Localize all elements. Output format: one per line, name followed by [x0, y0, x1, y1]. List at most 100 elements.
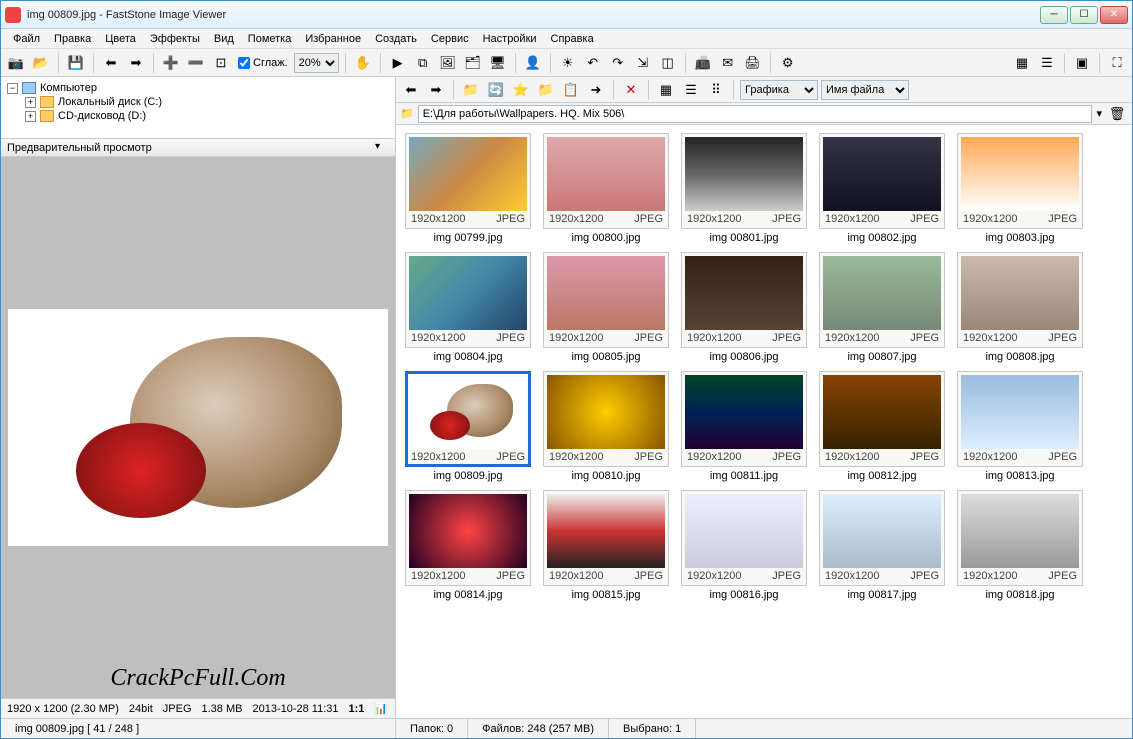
folder-tree[interactable]: − Компьютер + Локальный диск (C:) + CD-д…: [1, 77, 395, 139]
thumbnail[interactable]: 1920x1200JPEGimg 00810.jpg: [542, 371, 670, 482]
expand-icon[interactable]: +: [25, 111, 36, 122]
view-details-icon[interactable]: ☰: [680, 79, 702, 101]
rotate-right-icon[interactable]: ↷: [607, 52, 629, 74]
smoothing-toggle[interactable]: Сглаж.: [235, 57, 291, 69]
zoom-select[interactable]: 20%: [294, 53, 339, 73]
thumbnail[interactable]: 1920x1200JPEGimg 00806.jpg: [680, 252, 808, 363]
rotate-left-icon[interactable]: ↶: [582, 52, 604, 74]
tool2-icon[interactable]: 🗂: [462, 52, 484, 74]
thumbnail-grid[interactable]: 1920x1200JPEGimg 00799.jpg1920x1200JPEGi…: [396, 125, 1132, 718]
print-icon[interactable]: 🖨: [742, 52, 764, 74]
menu-файл[interactable]: Файл: [7, 31, 46, 47]
thumb-image: [961, 494, 1079, 568]
thumbnail[interactable]: 1920x1200JPEGimg 00801.jpg: [680, 133, 808, 244]
wallpaper-icon[interactable]: 🖥: [487, 52, 509, 74]
collapse-icon[interactable]: −: [7, 83, 18, 94]
tree-root[interactable]: − Компьютер: [7, 81, 389, 95]
refresh-icon[interactable]: 🔄: [485, 79, 507, 101]
nav-back-icon[interactable]: ⬅: [400, 79, 422, 101]
menu-правка[interactable]: Правка: [48, 31, 97, 47]
thumbnail[interactable]: 1920x1200JPEGimg 00811.jpg: [680, 371, 808, 482]
thumbnail[interactable]: 1920x1200JPEGimg 00809.jpg: [404, 371, 532, 482]
expand-icon[interactable]: +: [25, 97, 36, 108]
fullscreen-icon[interactable]: ⛶: [1106, 52, 1128, 74]
tool-icon[interactable]: 🖼: [437, 52, 459, 74]
hand-tool-icon[interactable]: ✋: [352, 52, 374, 74]
browser-toolbar: ⬅ ➡ 📁 🔄 ⭐ 📁 📋 ➜ ✕ ▦ ☰ ⠿ Графика Имя файл…: [396, 77, 1132, 103]
menu-вид[interactable]: Вид: [208, 31, 240, 47]
thumb-format: JPEG: [496, 213, 525, 225]
zoom-fit-icon[interactable]: ⊡: [210, 52, 232, 74]
menu-эффекты[interactable]: Эффекты: [144, 31, 206, 47]
fav-icon[interactable]: ⭐: [510, 79, 532, 101]
tree-item[interactable]: + Локальный диск (C:): [7, 95, 389, 109]
fav-add-icon[interactable]: 📁: [535, 79, 557, 101]
delete-icon[interactable]: ✕: [620, 79, 642, 101]
thumbnail[interactable]: 1920x1200JPEGimg 00818.jpg: [956, 490, 1084, 601]
thumbnail[interactable]: 1920x1200JPEGimg 00804.jpg: [404, 252, 532, 363]
histogram-icon[interactable]: 📊: [374, 702, 388, 715]
folder-up-icon[interactable]: 📁: [460, 79, 482, 101]
thumbnail[interactable]: 1920x1200JPEGimg 00814.jpg: [404, 490, 532, 601]
preview-area[interactable]: CrackPcFull.Com: [1, 157, 395, 698]
thumbnail[interactable]: 1920x1200JPEGimg 00815.jpg: [542, 490, 670, 601]
path-dropdown-icon[interactable]: ▾: [1096, 107, 1102, 120]
thumbnail[interactable]: 1920x1200JPEGimg 00808.jpg: [956, 252, 1084, 363]
thumbnail[interactable]: 1920x1200JPEGimg 00812.jpg: [818, 371, 946, 482]
sort-select[interactable]: Имя файла: [821, 80, 909, 100]
resize-icon[interactable]: ⇲: [632, 52, 654, 74]
zoom-out-icon[interactable]: ➖: [185, 52, 207, 74]
menu-настройки[interactable]: Настройки: [477, 31, 543, 47]
view-list-icon[interactable]: ☰: [1036, 52, 1058, 74]
copy-to-icon[interactable]: 📋: [560, 79, 582, 101]
menu-создать[interactable]: Создать: [369, 31, 423, 47]
tree-item[interactable]: + CD-дисковод (D:): [7, 109, 389, 123]
open-folder-icon[interactable]: 📂: [30, 52, 52, 74]
thumbnail[interactable]: 1920x1200JPEGimg 00805.jpg: [542, 252, 670, 363]
settings-icon[interactable]: ⚙: [777, 52, 799, 74]
view-large-icon[interactable]: ▦: [655, 79, 677, 101]
menu-цвета[interactable]: Цвета: [99, 31, 142, 47]
menu-справка[interactable]: Справка: [545, 31, 600, 47]
scanner-icon[interactable]: 📠: [692, 52, 714, 74]
thumbnail[interactable]: 1920x1200JPEGimg 00816.jpg: [680, 490, 808, 601]
canvas-icon[interactable]: ◫: [657, 52, 679, 74]
thumb-filename: img 00806.jpg: [709, 348, 778, 363]
adjust-icon[interactable]: ☀: [557, 52, 579, 74]
slideshow-icon[interactable]: ▶: [387, 52, 409, 74]
filter-select[interactable]: Графика: [740, 80, 818, 100]
thumbnail[interactable]: 1920x1200JPEGimg 00802.jpg: [818, 133, 946, 244]
thumbnail[interactable]: 1920x1200JPEGimg 00807.jpg: [818, 252, 946, 363]
view-thumb-icon[interactable]: ▦: [1011, 52, 1033, 74]
maximize-button[interactable]: ☐: [1070, 6, 1098, 24]
recycle-icon[interactable]: 🗑: [1106, 103, 1128, 125]
menu-сервис[interactable]: Сервис: [425, 31, 475, 47]
move-to-icon[interactable]: ➜: [585, 79, 607, 101]
prev-icon[interactable]: ⬅: [100, 52, 122, 74]
menu-избранное[interactable]: Избранное: [299, 31, 367, 47]
thumb-filename: img 00801.jpg: [709, 229, 778, 244]
thumbnail[interactable]: 1920x1200JPEGimg 00799.jpg: [404, 133, 532, 244]
thumbnail[interactable]: 1920x1200JPEGimg 00817.jpg: [818, 490, 946, 601]
path-input[interactable]: E:\Для работы\Wallpapers. HQ. Mix 506\: [418, 105, 1093, 123]
minimize-button[interactable]: ─: [1040, 6, 1068, 24]
thumbnail[interactable]: 1920x1200JPEGimg 00813.jpg: [956, 371, 1084, 482]
thumbnail[interactable]: 1920x1200JPEGimg 00800.jpg: [542, 133, 670, 244]
contact-sheet-icon[interactable]: 👤: [522, 52, 544, 74]
save-icon[interactable]: 💾: [65, 52, 87, 74]
thumb-resolution: 1920x1200: [549, 332, 603, 344]
menu-пометка[interactable]: Пометка: [242, 31, 298, 47]
view-single-icon[interactable]: ▣: [1071, 52, 1093, 74]
preview-menu-icon[interactable]: ▾: [375, 141, 389, 155]
close-button[interactable]: ✕: [1100, 6, 1128, 24]
view-small-icon[interactable]: ⠿: [705, 79, 727, 101]
zoom-in-icon[interactable]: ➕: [160, 52, 182, 74]
status-date: 2013-10-28 11:31: [252, 703, 338, 715]
next-icon[interactable]: ➡: [125, 52, 147, 74]
nav-fwd-icon[interactable]: ➡: [425, 79, 447, 101]
email-icon[interactable]: ✉: [717, 52, 739, 74]
compare-icon[interactable]: ⧉: [412, 52, 434, 74]
thumbnail[interactable]: 1920x1200JPEGimg 00803.jpg: [956, 133, 1084, 244]
folder-icon: 📁: [400, 107, 414, 120]
acquire-icon[interactable]: 📷: [5, 52, 27, 74]
